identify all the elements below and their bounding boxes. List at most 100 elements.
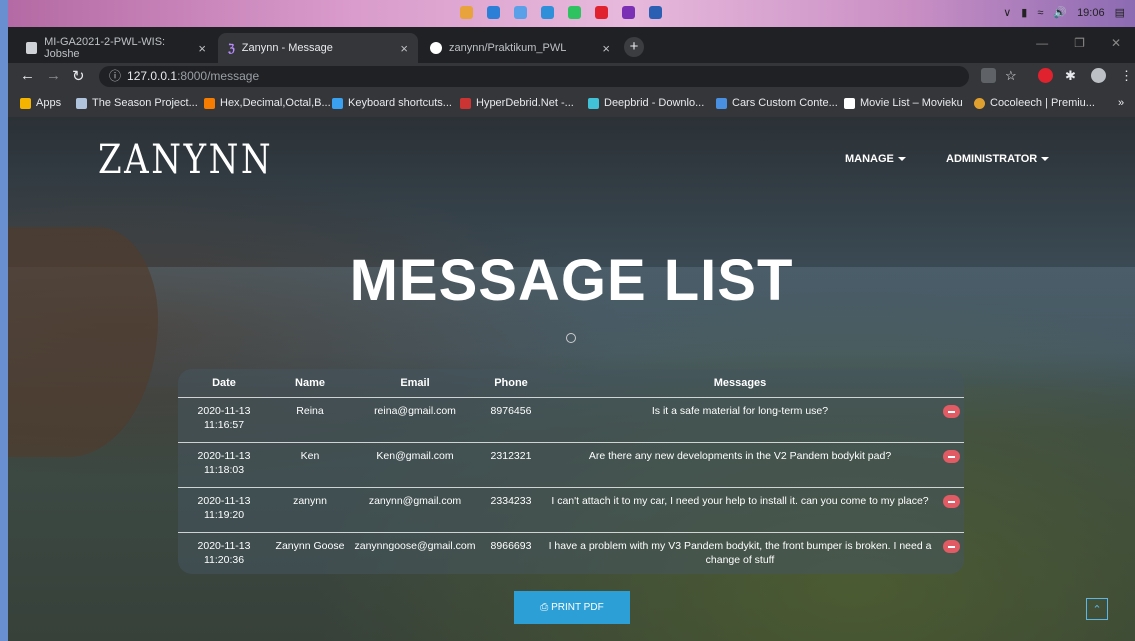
edge-icon[interactable] [487, 6, 500, 19]
cell-message: Is it a safe material for long-term use? [542, 397, 938, 443]
more-bookmarks-icon[interactable]: » [1118, 97, 1124, 109]
cell-action [938, 397, 964, 443]
tab-label: Zanynn - Message [241, 42, 333, 54]
apps-grid-icon [20, 97, 31, 109]
word-icon[interactable] [649, 6, 662, 19]
header-email: Email [400, 377, 430, 389]
bookmark-apps[interactable]: Apps [20, 97, 61, 109]
tab-strip: MI-GA2021-2-PWL-WIS: Jobshe × ℨ Zanynn -… [8, 27, 1135, 63]
volume-icon[interactable]: 🔊 [1053, 6, 1067, 19]
whatsapp-icon[interactable] [568, 6, 581, 19]
site-info-icon[interactable]: ⓘ [109, 69, 121, 83]
cell-action [938, 532, 964, 577]
cell-date: 2020-11-13 11:20:36 [178, 532, 270, 577]
opera-gx-icon[interactable] [622, 6, 635, 19]
url-host: 127.0.0.1 [127, 69, 178, 83]
tab-zanynn-message[interactable]: ℨ Zanynn - Message × [218, 33, 418, 63]
battery-icon[interactable]: ▮ [1021, 6, 1027, 19]
minimize-icon[interactable]: — [1036, 36, 1048, 50]
sj-icon [716, 97, 727, 109]
extensions-puzzle-icon[interactable]: ✱ [1065, 68, 1076, 84]
new-tab-button[interactable]: + [624, 37, 644, 57]
bookmark-cars-custom[interactable]: Cars Custom Conte... [716, 97, 838, 109]
bookmark-deepbrid[interactable]: Deepbrid - Downlo... [588, 97, 704, 109]
cell-date: 2020-11-13 11:16:57 [178, 397, 270, 443]
taskbar-apps [460, 6, 662, 19]
table-row: 2020-11-13 11:20:36 Zanynn Goose zanynng… [178, 532, 964, 577]
menu-administrator[interactable]: ADMINISTRATOR [946, 153, 1050, 165]
cell-action [938, 487, 964, 533]
more-menu-icon[interactable]: ⋮ [1120, 68, 1133, 84]
chrome-icon[interactable] [460, 6, 473, 19]
vscode-icon[interactable] [541, 6, 554, 19]
header-name: Name [295, 377, 325, 389]
bookmark-keyboard-shortcuts[interactable]: Keyboard shortcuts... [332, 97, 452, 109]
cell-message: I can't attach it to my car, I need your… [542, 487, 938, 533]
bookmark-star-icon[interactable]: ☆ [1005, 68, 1017, 84]
github-icon [430, 42, 442, 54]
taskbar: ∨ ▮ ≈ 🔊 19:06 ▤ [8, 0, 1135, 27]
bookmark-season-project[interactable]: The Season Project... [76, 97, 198, 109]
header-actions [938, 369, 964, 398]
caret-down-icon [897, 157, 906, 162]
bookmark-hex-decimal[interactable]: Hex,Decimal,Octal,B... [204, 97, 331, 109]
cell-name: Ken [270, 442, 350, 488]
wifi-icon[interactable]: ≈ [1037, 7, 1043, 19]
address-bar[interactable]: ⓘ 127.0.0.1:8000/message [99, 66, 969, 87]
scroll-to-top-button[interactable]: ⌃ [1086, 598, 1108, 620]
bookmark-movie-list[interactable]: Movie List – Movieku [844, 97, 963, 109]
tray-chevron-icon[interactable]: ∨ [1003, 6, 1011, 19]
restore-icon[interactable]: ❐ [1074, 36, 1085, 50]
delete-button[interactable] [942, 495, 960, 508]
back-arrow-icon[interactable]: ← [20, 67, 35, 84]
site-logo[interactable]: ZANYNN [98, 137, 273, 183]
cell-date: 2020-11-13 11:19:20 [178, 487, 270, 533]
page-title: MESSAGE LIST [349, 248, 794, 313]
table-row: 2020-11-13 11:19:20 zanynn zanynn@gmail.… [178, 487, 964, 533]
close-icon[interactable]: × [400, 41, 408, 56]
translate-icon[interactable] [981, 68, 996, 83]
cell-email: zanynngoose@gmail.com [350, 532, 480, 577]
opera-icon[interactable] [595, 6, 608, 19]
tab-moodle[interactable]: MI-GA2021-2-PWL-WIS: Jobshe × [16, 33, 216, 63]
delete-button[interactable] [942, 450, 960, 463]
table-header-row: Date Name Email Phone Messages [178, 369, 964, 398]
bookmark-hyperdebrid[interactable]: HyperDebrid.Net -... [460, 97, 574, 109]
menu-manage[interactable]: MANAGE [845, 153, 906, 165]
notification-icon[interactable]: ▤ [1115, 6, 1125, 19]
chevron-up-icon: ⌃ [1092, 604, 1102, 616]
store-icon[interactable] [514, 6, 527, 19]
cell-message: Are there any new developments in the V2… [542, 442, 938, 488]
delete-button[interactable] [942, 405, 960, 418]
cell-email: zanynn@gmail.com [350, 487, 480, 533]
close-icon[interactable]: × [198, 41, 206, 56]
close-icon[interactable]: × [602, 41, 610, 56]
tab-github[interactable]: zanynn/Praktikum_PWL × [420, 33, 620, 63]
hyperdebrid-icon [460, 97, 471, 109]
bookmark-cocoleech[interactable]: Cocoleech | Premiu... [974, 97, 1095, 109]
bookmarks-bar: Apps The Season Project... Hex,Decimal,O… [8, 90, 1135, 118]
ll-icon [76, 97, 87, 109]
toolbar: ← → ↻ ⓘ 127.0.0.1:8000/message ☆ ✱ ⋮ [8, 63, 1135, 90]
clock-text[interactable]: 19:06 [1077, 7, 1105, 19]
delete-button[interactable] [942, 540, 960, 553]
cell-email: Ken@gmail.com [350, 442, 480, 488]
cell-date: 2020-11-13 11:18:03 [178, 442, 270, 488]
cell-email: reina@gmail.com [350, 397, 480, 443]
windows-icon [332, 97, 343, 109]
cell-phone: 8976456 [480, 397, 542, 443]
header-date: Date [212, 377, 236, 389]
forward-arrow-icon[interactable]: → [46, 67, 61, 84]
m-icon [844, 97, 855, 109]
cocoleech-icon [974, 97, 985, 109]
table-row: 2020-11-13 11:16:57 Reina reina@gmail.co… [178, 397, 964, 443]
reload-icon[interactable]: ↻ [72, 67, 85, 85]
decorative-circle [566, 333, 576, 343]
close-window-icon[interactable]: ✕ [1111, 36, 1121, 50]
tab-label: MI-GA2021-2-PWL-WIS: Jobshe [44, 36, 166, 60]
profile-avatar-icon[interactable] [1091, 68, 1106, 83]
print-pdf-button[interactable]: ⎙ PRINT PDF [514, 591, 630, 624]
url-path: :8000/message [177, 69, 260, 83]
adblock-extension-icon[interactable] [1038, 68, 1053, 83]
r-icon [204, 97, 215, 109]
